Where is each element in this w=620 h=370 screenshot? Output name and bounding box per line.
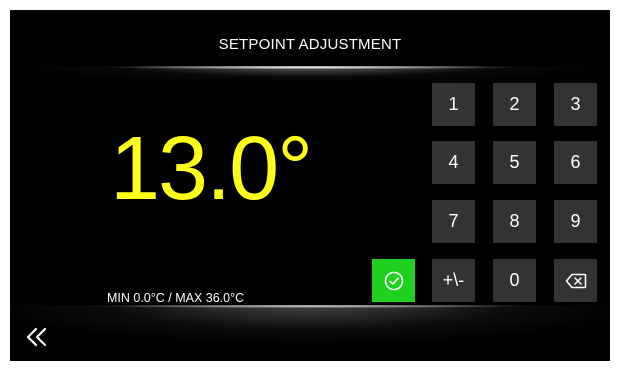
key-6[interactable]: 6	[554, 141, 597, 184]
footer-divider	[10, 305, 610, 361]
page-title: SETPOINT ADJUSTMENT	[218, 36, 402, 53]
setpoint-range-label: MIN 0.0°C / MAX 36.0°C	[107, 291, 245, 305]
key-3[interactable]: 3	[554, 83, 597, 126]
key-9[interactable]: 9	[554, 200, 597, 243]
key-4[interactable]: 4	[432, 141, 475, 184]
confirm-button[interactable]	[372, 259, 415, 302]
key-5[interactable]: 5	[493, 141, 536, 184]
back-button[interactable]	[22, 322, 52, 352]
key-0[interactable]: 0	[493, 259, 536, 302]
setpoint-screen: SETPOINT ADJUSTMENT 13.0° MIN 0.0°C / MA…	[10, 10, 610, 361]
setpoint-value-display: 13.0°	[110, 119, 313, 219]
key-1[interactable]: 1	[432, 83, 475, 126]
key-sign-toggle[interactable]: +\-	[432, 259, 475, 302]
backspace-icon	[565, 273, 586, 288]
backspace-button[interactable]	[554, 259, 597, 302]
double-chevron-left-icon	[26, 327, 47, 347]
key-7[interactable]: 7	[432, 200, 475, 243]
key-2[interactable]: 2	[493, 83, 536, 126]
key-8[interactable]: 8	[493, 200, 536, 243]
check-circle-icon	[384, 271, 403, 290]
